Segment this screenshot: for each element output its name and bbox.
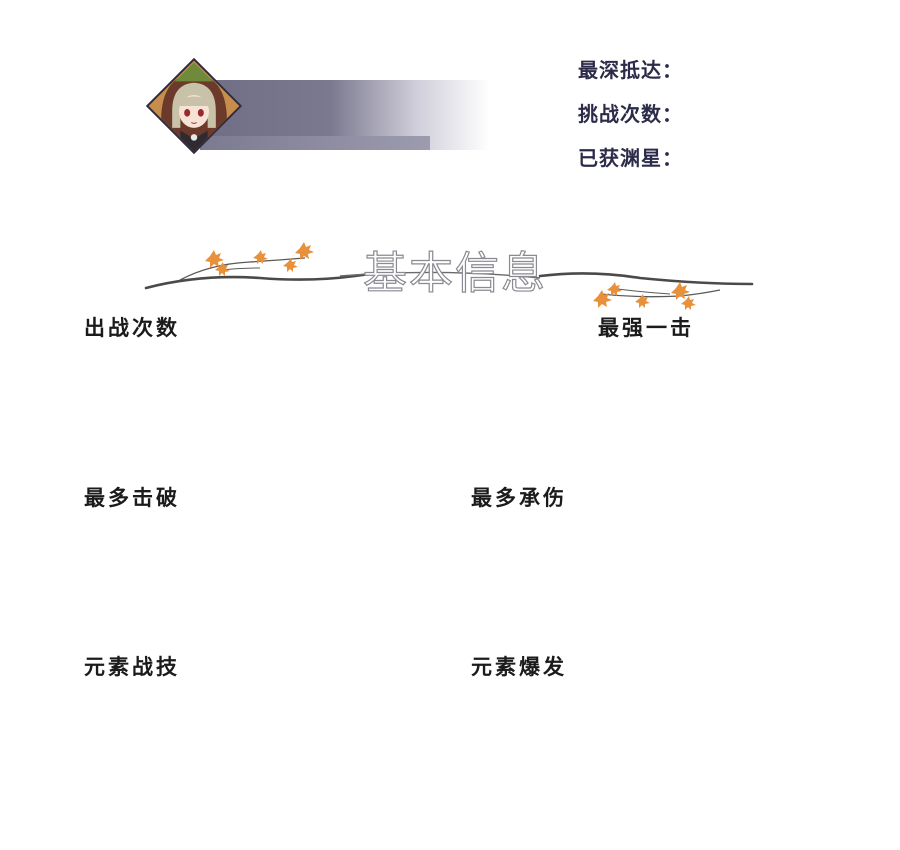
most-damage-taken-label: 最多承伤 (471, 486, 567, 510)
elemental-skill-label: 元素战技 (84, 655, 180, 679)
section-title: 基本信息 (362, 247, 547, 299)
strongest-hit-label: 最强一击 (598, 316, 694, 340)
elemental-burst-label: 元素爆发 (471, 655, 567, 679)
abyss-stars-label: 已获渊星： (578, 146, 683, 170)
abyss-stats: 最深抵达： 挑战次数： 已获渊星： (578, 54, 683, 186)
battle-count-label: 出战次数 (84, 316, 180, 340)
avatar-frame (145, 57, 243, 155)
deepest-floor-label: 最深抵达： (578, 58, 683, 82)
challenge-count-label: 挑战次数： (578, 102, 683, 126)
character-portrait-icon (147, 59, 241, 153)
avatar (145, 57, 243, 155)
most-defeats-label: 最多击破 (84, 486, 180, 510)
character-name-banner (200, 80, 490, 150)
